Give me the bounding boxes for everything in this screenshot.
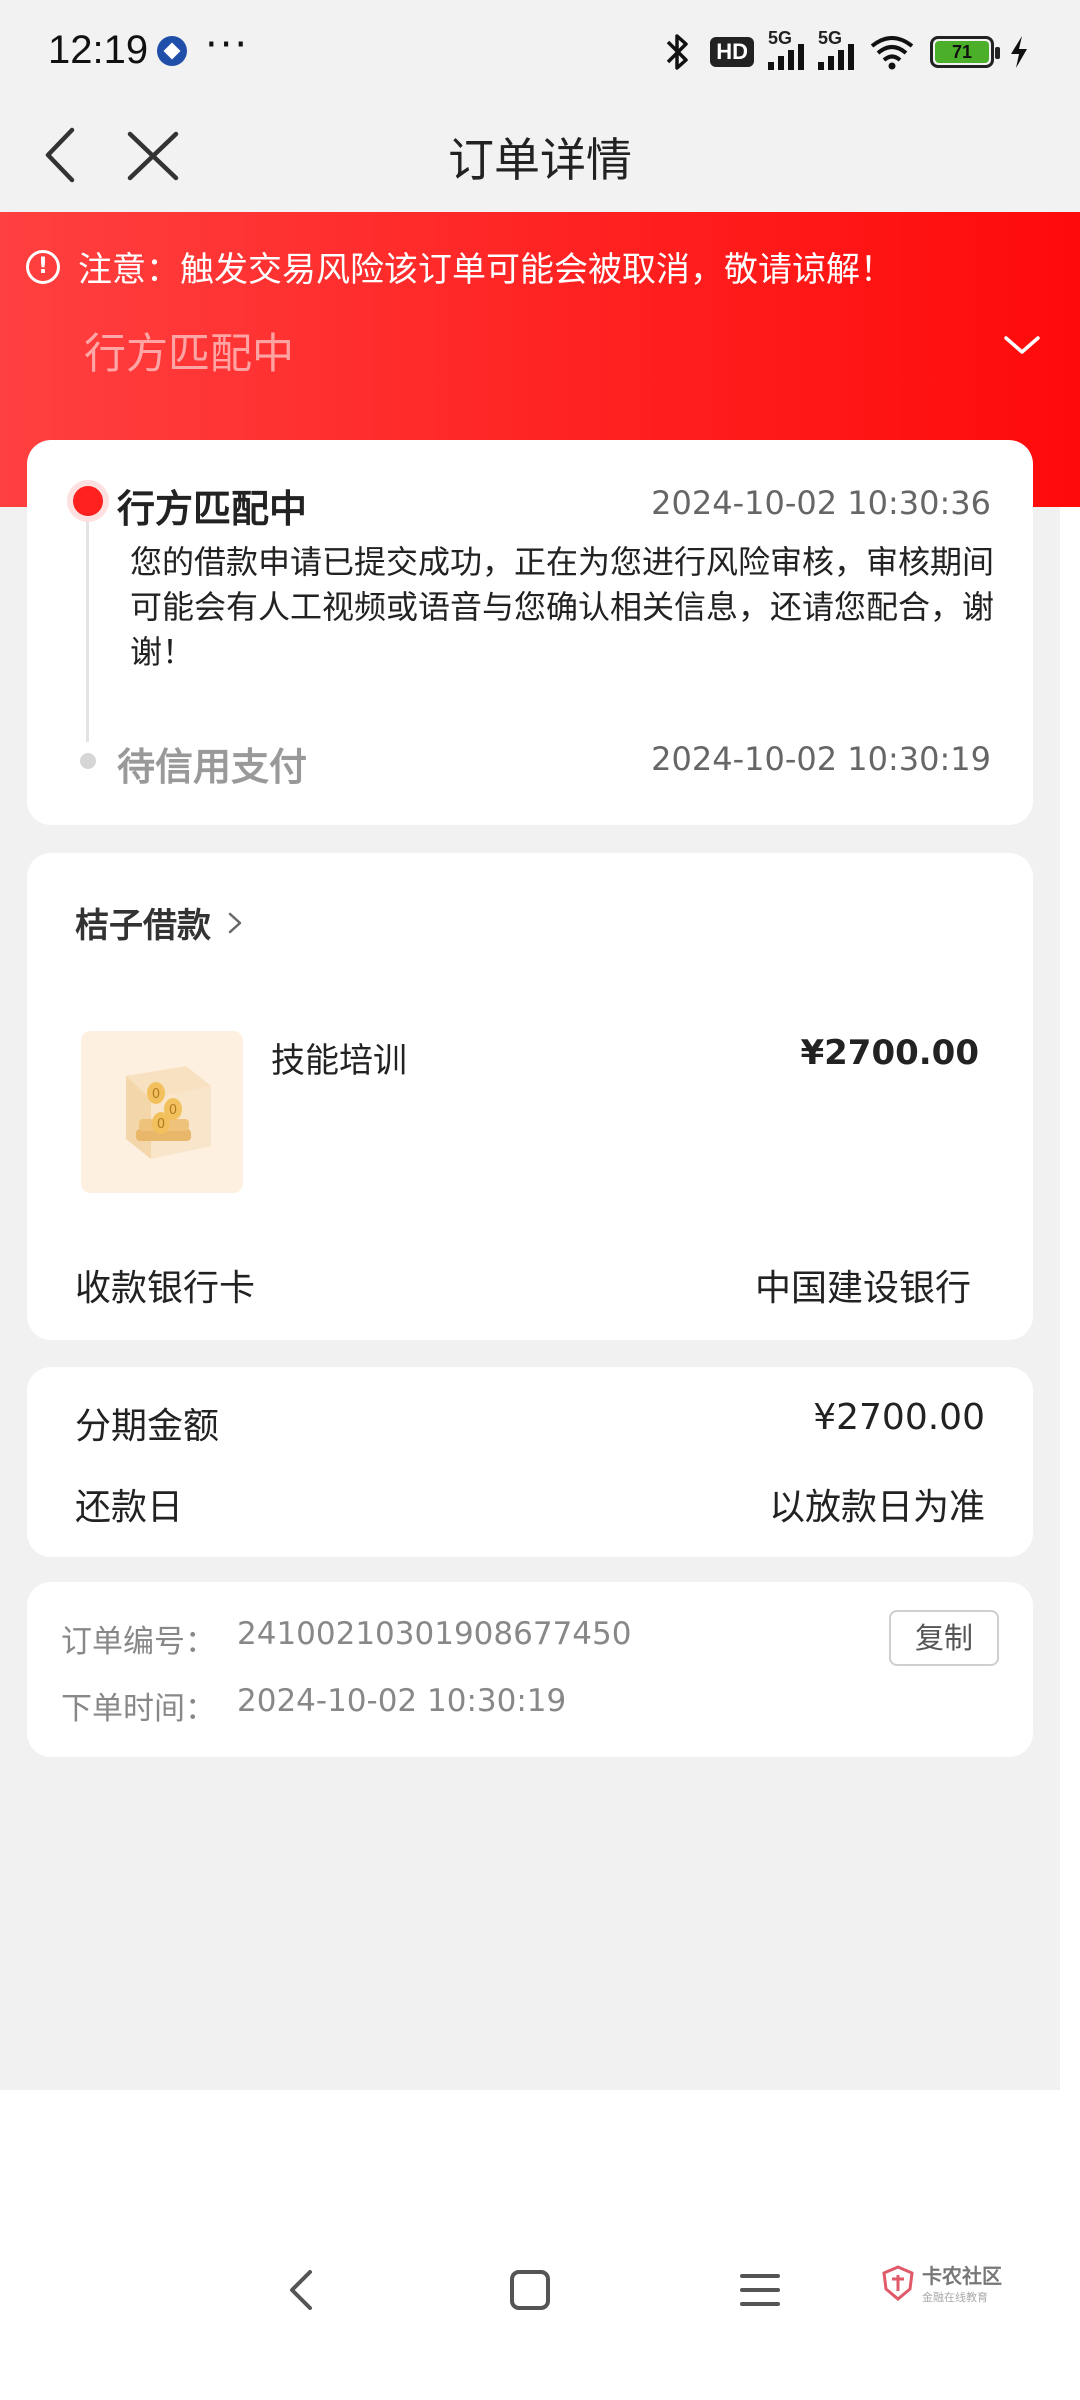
status-icons: HD 5G 5G 71: [660, 28, 1030, 74]
timeline-step-title: 行方匹配中: [117, 487, 308, 531]
order-time-row: 下单时间： 2024-10-02 10:30:19: [61, 1683, 566, 1728]
signal-icon: 5G: [768, 28, 804, 70]
coins-box-icon: 0 0 0: [81, 1031, 243, 1193]
timeline-dot: [80, 753, 96, 769]
charging-icon: [1011, 36, 1027, 68]
nav-bar: 订单详情: [0, 100, 1080, 212]
merchant-link[interactable]: 桔子借款: [75, 898, 245, 947]
svg-text:0: 0: [152, 1087, 160, 1102]
timeline-step-time: 2024-10-02 10:30:36: [651, 484, 991, 522]
svg-text:0: 0: [169, 1103, 177, 1118]
installment-amount-label: 分期金额: [75, 1406, 220, 1447]
warning-row: ! 注意：触发交易风险该订单可能会被取消，敬请谅解！: [26, 242, 894, 291]
more-notifications-icon: ···: [205, 22, 250, 68]
order-info-card: 订单编号： 24100210301908677450 复制 下单时间： 2024…: [27, 1582, 1033, 1757]
product-name: 技能培训: [271, 1041, 407, 1081]
repayment-date-label: 还款日: [75, 1487, 184, 1528]
order-number-row: 订单编号： 24100210301908677450: [61, 1616, 631, 1661]
bank-card-value: 中国建设银行: [754, 1268, 971, 1309]
installment-amount-row: 分期金额 ¥2700.00: [75, 1397, 985, 1449]
timeline-dot-active: [73, 486, 103, 516]
installment-amount-value: ¥2700.00: [813, 1397, 985, 1438]
timeline-step-time-prev: 2024-10-02 10:30:19: [651, 740, 991, 778]
bluetooth-icon: [666, 34, 688, 70]
system-menu-icon[interactable]: [730, 2260, 790, 2320]
svg-text:0: 0: [157, 1117, 165, 1132]
order-number-value: 24100210301908677450: [237, 1616, 632, 1652]
chevron-right-icon: [228, 912, 242, 933]
signal-label-2: 5G: [818, 28, 843, 48]
product-image: 0 0 0: [81, 1031, 243, 1193]
bank-card-label: 收款银行卡: [75, 1268, 256, 1309]
order-time-value: 2024-10-02 10:30:19: [237, 1683, 567, 1719]
system-nav-bar: 卡农社区 金融在线教育: [0, 2090, 1080, 2400]
order-time-label: 下单时间：: [61, 1691, 216, 1727]
chevron-down-icon[interactable]: [1002, 330, 1042, 360]
copy-button[interactable]: 复制: [889, 1610, 999, 1666]
battery-level: 71: [935, 41, 989, 63]
wifi-icon: [870, 36, 914, 70]
app-notification-icon: [157, 36, 187, 66]
repayment-date-row: 还款日 以放款日为准: [75, 1478, 985, 1530]
timeline-step-title-prev: 待信用支付: [117, 745, 308, 789]
system-home-icon[interactable]: [500, 2260, 560, 2320]
timeline-step-description: 您的借款申请已提交成功，正在为您进行风险审核，审核期间可能会有人工视频或语音与您…: [130, 543, 995, 671]
merchant-card: 桔子借款 0 0 0 技能培训 ¥2700.00 收款银行卡 中国建设银行: [27, 853, 1033, 1340]
hd-badge: HD: [710, 37, 754, 67]
system-back-icon[interactable]: [272, 2260, 332, 2320]
signal-label: 5G: [768, 28, 793, 48]
status-time: 12:19: [48, 28, 149, 72]
warning-icon: !: [26, 249, 60, 284]
signal-icon-2: 5G: [818, 28, 854, 70]
watermark: 卡农社区 金融在线教育: [880, 2260, 1002, 2305]
repayment-date-value: 以放款日为准: [768, 1487, 985, 1528]
installment-card: 分期金额 ¥2700.00 还款日 以放款日为准: [27, 1367, 1033, 1557]
banner-status: 行方匹配中: [84, 329, 295, 378]
order-number-label: 订单编号：: [61, 1624, 216, 1660]
product-price: ¥2700.00: [800, 1033, 979, 1073]
warning-text: 注意：触发交易风险该订单可能会被取消，敬请谅解！: [78, 250, 894, 290]
status-bar: 12:19 ··· HD 5G 5G 71: [0, 0, 1080, 100]
timeline-line: [86, 502, 89, 742]
watermark-subtext: 金融在线教育: [922, 2291, 988, 2304]
merchant-name: 桔子借款: [75, 906, 211, 946]
battery-icon: 71: [930, 36, 1000, 68]
page-title: 订单详情: [448, 133, 632, 187]
watermark-text: 卡农社区: [922, 2264, 1002, 2288]
watermark-logo-icon: [882, 2264, 914, 2301]
progress-card: 行方匹配中 2024-10-02 10:30:36 您的借款申请已提交成功，正在…: [27, 440, 1033, 825]
